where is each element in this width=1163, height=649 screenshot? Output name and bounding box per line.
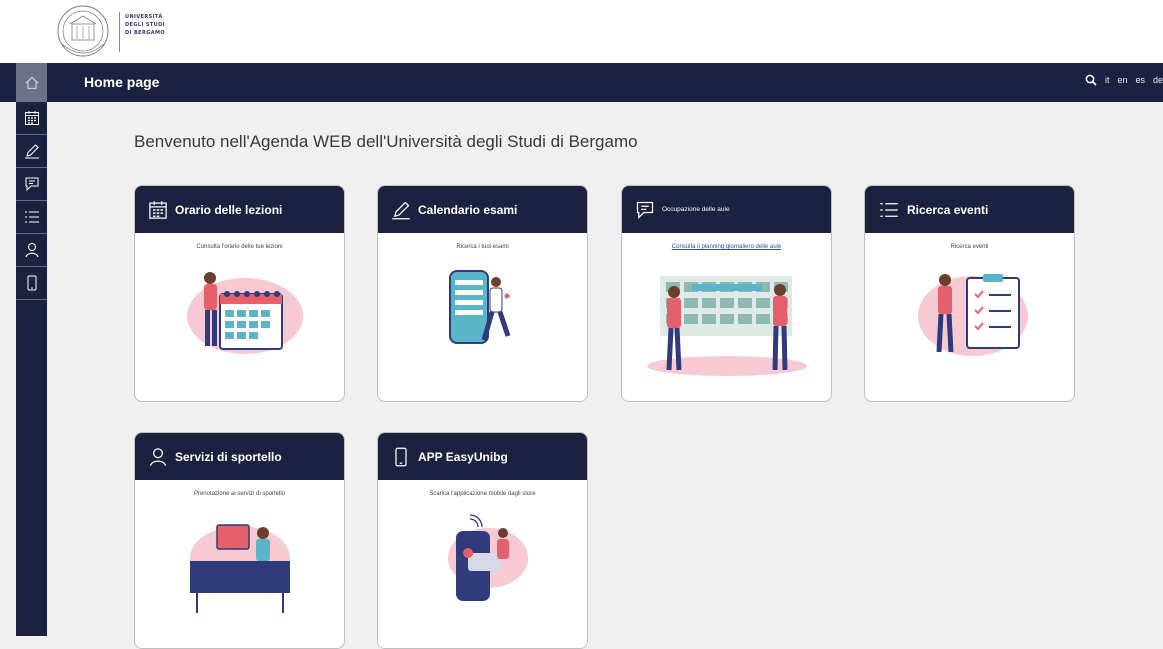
calendar-icon (149, 200, 167, 219)
classroom-planning-illustration (647, 276, 807, 376)
logo-line-2: DEGLI STUDI (125, 22, 165, 28)
calendar-illustration (187, 272, 303, 354)
card-header: Ricerca eventi (865, 186, 1074, 233)
card-calendario-esami[interactable]: Calendario esami Ricerca i tuoi esami (377, 185, 588, 402)
page-title: Home page (84, 74, 160, 90)
card-description: Ricerca eventi (950, 244, 989, 250)
phone-icon (395, 447, 407, 466)
event-checklist-illustration (918, 274, 1028, 356)
language-it-link[interactable]: it (1105, 75, 1110, 85)
sidebar-item-app[interactable] (16, 267, 47, 300)
navigation-bar: Home page it en es de (0, 63, 1163, 102)
logo-line-1: UNIVERSITÀ (125, 14, 163, 20)
card-description-link[interactable]: Consulta il planning giornaliero delle a… (622, 244, 831, 250)
pen-icon (392, 201, 410, 219)
card-header: APP EasyUnibg (378, 433, 587, 480)
person-icon (149, 447, 167, 466)
card-description: Prenotazione ai servizi di sportello (193, 491, 286, 497)
sidebar (16, 102, 47, 636)
card-title: Servizi di sportello (175, 449, 282, 464)
card-description: Ricerca i tuoi esami (456, 244, 509, 250)
home-button[interactable] (16, 63, 47, 102)
sidebar-item-orario[interactable] (16, 102, 47, 135)
header-bar: UNIVERSITÀ DEGLI STUDI DI BERGAMO (0, 0, 1163, 64)
university-logo[interactable]: UNIVERSITÀ DEGLI STUDI DI BERGAMO (52, 4, 192, 60)
language-de-link[interactable]: de (1153, 75, 1163, 85)
calendar-icon (24, 111, 39, 125)
card-servizi-sportello[interactable]: Servizi di sportello Prenotazione ai ser… (134, 432, 345, 649)
card-app-easyunibg[interactable]: APP EasyUnibg Scarica l'applicazione mob… (377, 432, 588, 649)
card-header: Orario delle lezioni (135, 186, 344, 233)
card-title: Orario delle lezioni (175, 202, 283, 217)
card-title: APP EasyUnibg (418, 449, 508, 464)
sidebar-item-sportello[interactable] (16, 234, 47, 267)
logo-wordmark: UNIVERSITÀ DEGLI STUDI DI BERGAMO (125, 13, 165, 37)
card-description: Scarica l'applicazione mobile dagli stor… (429, 491, 536, 497)
card-occupazione-aule[interactable]: Occupazione delle aule Consulta il plann… (621, 185, 832, 402)
sidebar-item-esami[interactable] (16, 135, 47, 168)
phone-icon (27, 275, 36, 291)
card-header: Servizi di sportello (135, 433, 344, 480)
card-title: Calendario esami (418, 202, 518, 217)
card-header: Occupazione delle aule (622, 186, 831, 233)
home-icon (25, 76, 38, 89)
sidebar-item-aule[interactable] (16, 168, 47, 201)
card-ricerca-eventi[interactable]: Ricerca eventi Ricerca eventi (864, 185, 1075, 402)
help-desk-illustration (190, 524, 290, 613)
person-icon (25, 243, 38, 258)
logo-line-3: DI BERGAMO (125, 30, 166, 36)
card-title: Ricerca eventi (907, 202, 989, 217)
pen-icon (24, 144, 39, 159)
card-orario-lezioni[interactable]: Orario delle lezioni Consulta l'orario d… (134, 185, 345, 402)
logo-divider (119, 12, 120, 52)
university-seal-icon (57, 5, 109, 57)
sidebar-item-eventi[interactable] (16, 201, 47, 234)
card-title: Occupazione delle aule (662, 206, 730, 213)
chat-icon (25, 177, 38, 192)
chat-icon (636, 201, 654, 219)
card-header: Calendario esami (378, 186, 587, 233)
exam-phone-illustration (449, 270, 511, 344)
list-icon (24, 211, 39, 223)
mobile-app-illustration (448, 514, 528, 601)
welcome-heading: Benvenuto nell'Agenda WEB dell'Universit… (134, 132, 638, 151)
search-icon[interactable] (1085, 74, 1097, 86)
card-description: Consulta l'orario delle tue lezioni (196, 244, 283, 250)
language-es-link[interactable]: es (1135, 75, 1145, 85)
nav-tools: it en es de (1085, 74, 1163, 86)
language-en-link[interactable]: en (1117, 75, 1127, 85)
list-icon (880, 202, 898, 217)
